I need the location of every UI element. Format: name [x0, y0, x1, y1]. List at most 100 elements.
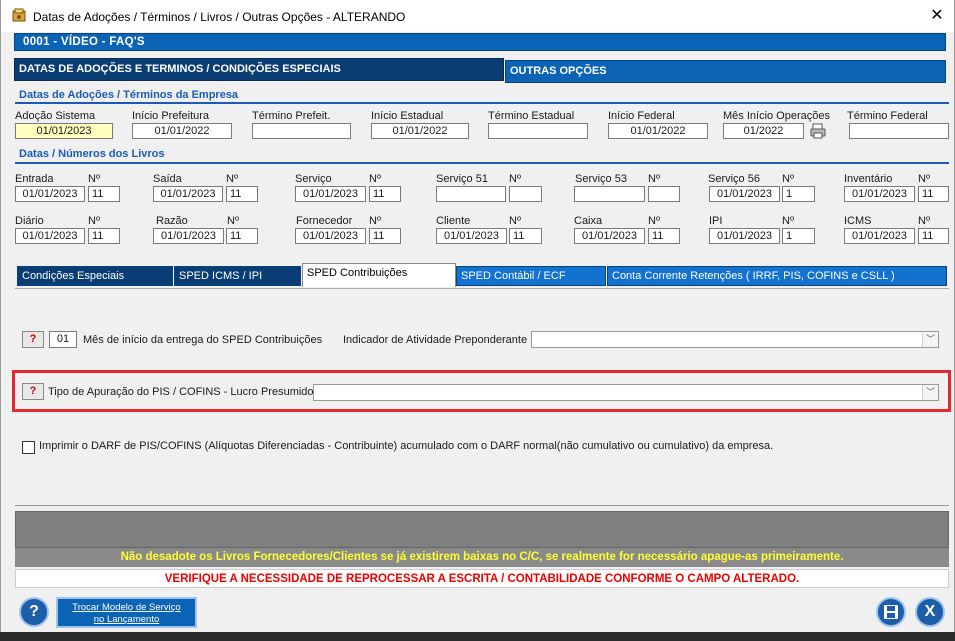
section-divider	[15, 162, 949, 164]
book-label: Fornecedor	[296, 215, 353, 227]
servico51-date-input[interactable]	[436, 186, 506, 202]
field-label: Início Federal	[608, 110, 675, 122]
tipo-apuracao-label: Tipo de Apuração do PIS / COFINS - Lucro…	[48, 386, 317, 398]
chevron-down-icon[interactable]: ﹀	[922, 332, 938, 347]
num-label: Nº	[226, 173, 238, 185]
book-label: Caixa	[574, 215, 603, 227]
diario-num-input[interactable]: 11	[88, 228, 120, 244]
book-label: Diário	[15, 215, 44, 227]
tab-sped-icms-ipi[interactable]: SPED ICMS / IPI	[174, 266, 301, 286]
chevron-down-icon[interactable]: ﹀	[922, 385, 938, 400]
termino-prefeitura-input[interactable]	[252, 123, 351, 139]
inventario-num-input[interactable]: 11	[918, 186, 949, 202]
razao-date-input[interactable]: 01/01/2023	[153, 228, 224, 244]
app-icon	[12, 8, 26, 22]
num-label: Nº	[227, 215, 239, 227]
book-label: Inventário	[844, 173, 893, 185]
razao-num-input[interactable]: 11	[226, 228, 258, 244]
help-button-mes-inicio[interactable]: ?	[22, 331, 44, 348]
icms-num-input[interactable]: 11	[918, 228, 949, 244]
taskbar-strip	[0, 632, 955, 641]
tab-sped-contribuicoes[interactable]: SPED Contribuições	[302, 263, 456, 287]
help-button-tipo-apuracao[interactable]: ?	[22, 383, 44, 400]
tab-content-border	[15, 288, 949, 289]
cliente-num-input[interactable]: 11	[509, 228, 542, 244]
trocar-modelo-line1: Trocar Modelo de Serviço	[72, 602, 181, 613]
content-divider	[15, 505, 949, 506]
reprocess-message: VERIFIQUE A NECESSIDADE DE REPROCESSAR A…	[15, 569, 949, 588]
inicio-federal-input[interactable]: 01/01/2022	[608, 123, 708, 139]
servico53-date-input[interactable]	[574, 186, 645, 202]
indicador-atividade-select[interactable]: ﹀	[531, 331, 939, 348]
tab-sped-contabil-ecf[interactable]: SPED Contábil / ECF	[456, 266, 606, 286]
servico56-date-input[interactable]: 01/01/2023	[709, 186, 780, 202]
tab-conta-corrente-retencoes[interactable]: Conta Corrente Retenções ( IRRF, PIS, CO…	[607, 266, 947, 286]
inicio-prefeitura-input[interactable]: 01/01/2022	[132, 123, 232, 139]
imprimir-darf-checkbox[interactable]	[22, 441, 35, 454]
adocao-sistema-input[interactable]: 01/01/2023	[15, 123, 113, 139]
book-label: Entrada	[15, 173, 54, 185]
num-label: Nº	[509, 173, 521, 185]
servico51-num-input[interactable]	[509, 186, 542, 202]
mes-inicio-operacoes-input[interactable]: 01/2022	[723, 123, 804, 139]
icms-date-input[interactable]: 01/01/2023	[844, 228, 915, 244]
entrada-date-input[interactable]: 01/01/2023	[15, 186, 85, 202]
field-label: Término Federal	[847, 110, 928, 122]
field-label: Término Prefeit.	[252, 110, 331, 122]
servico56-num-input[interactable]: 1	[782, 186, 815, 202]
floppy-disk-icon	[884, 605, 898, 619]
book-label: Serviço	[295, 173, 332, 185]
section-divider	[15, 102, 949, 104]
book-label: Razão	[156, 215, 188, 227]
print-icon[interactable]	[809, 122, 827, 140]
inventario-date-input[interactable]: 01/01/2023	[844, 186, 915, 202]
trocar-modelo-button[interactable]: Trocar Modelo de Serviço no Lançamento	[56, 597, 197, 628]
book-label: ICMS	[844, 215, 872, 227]
help-icon[interactable]: ?	[19, 597, 49, 627]
ipi-num-input[interactable]: 1	[782, 228, 815, 244]
field-label: Início Prefeitura	[132, 110, 210, 122]
field-label: Início Estadual	[371, 110, 444, 122]
section-title-dates: Datas de Adoções / Términos da Empresa	[19, 89, 239, 101]
caixa-num-input[interactable]: 11	[648, 228, 680, 244]
field-label: Adoção Sistema	[15, 110, 96, 122]
app-window: Datas de Adoções / Términos / Livros / O…	[0, 0, 955, 632]
ipi-date-input[interactable]: 01/01/2023	[709, 228, 780, 244]
indicador-atividade-label: Indicador de Atividade Preponderante	[343, 334, 528, 346]
saida-num-input[interactable]: 11	[226, 186, 258, 202]
exit-icon[interactable]: X	[915, 597, 945, 627]
entrada-num-input[interactable]: 11	[88, 186, 120, 202]
num-label: Nº	[369, 215, 381, 227]
servico53-num-input[interactable]	[648, 186, 680, 202]
servico-date-input[interactable]: 01/01/2023	[295, 186, 366, 202]
title-bar: Datas de Adoções / Términos / Livros / O…	[1, 0, 954, 32]
fornecedor-date-input[interactable]: 01/01/2023	[295, 228, 366, 244]
diario-date-input[interactable]: 01/01/2023	[15, 228, 85, 244]
close-icon[interactable]: ✕	[926, 6, 948, 28]
inicio-estadual-input[interactable]: 01/01/2022	[371, 123, 469, 139]
trocar-modelo-line2: no Lançamento	[93, 614, 160, 625]
termino-federal-input[interactable]	[849, 123, 949, 139]
caixa-date-input[interactable]: 01/01/2023	[574, 228, 645, 244]
book-label: IPI	[709, 215, 723, 227]
tab-datas-adocoes[interactable]: DATAS DE ADOÇÕES E TERMINOS / CONDIÇÕES …	[14, 58, 504, 81]
servico-num-input[interactable]: 11	[369, 186, 401, 202]
section-title-books: Datas / Números dos Livros	[19, 148, 165, 160]
imprimir-darf-label: Imprimir o DARF de PIS/COFINS (Alíquotas…	[39, 440, 774, 452]
saida-date-input[interactable]: 01/01/2023	[153, 186, 223, 202]
mes-inicio-sped-input[interactable]: 01	[49, 331, 77, 348]
tab-outras-opcoes[interactable]: OUTRAS OPÇÕES	[505, 60, 946, 83]
tab-condicoes-especiais[interactable]: Condições Especiais	[17, 266, 173, 286]
num-label: Nº	[918, 215, 930, 227]
window-title: Datas de Adoções / Términos / Livros / O…	[33, 10, 406, 24]
field-label: Mês Início Operações	[723, 110, 830, 122]
book-label: Serviço 56	[708, 173, 760, 185]
termino-estadual-input[interactable]	[488, 123, 588, 139]
save-icon[interactable]	[876, 597, 906, 627]
warning-message: Não desadote os Livros Fornecedores/Clie…	[15, 548, 949, 567]
cliente-date-input[interactable]: 01/01/2023	[436, 228, 507, 244]
fornecedor-num-input[interactable]: 11	[369, 228, 401, 244]
book-label: Cliente	[436, 215, 471, 227]
num-label: Nº	[918, 173, 930, 185]
tipo-apuracao-select[interactable]: ﹀	[313, 384, 939, 401]
